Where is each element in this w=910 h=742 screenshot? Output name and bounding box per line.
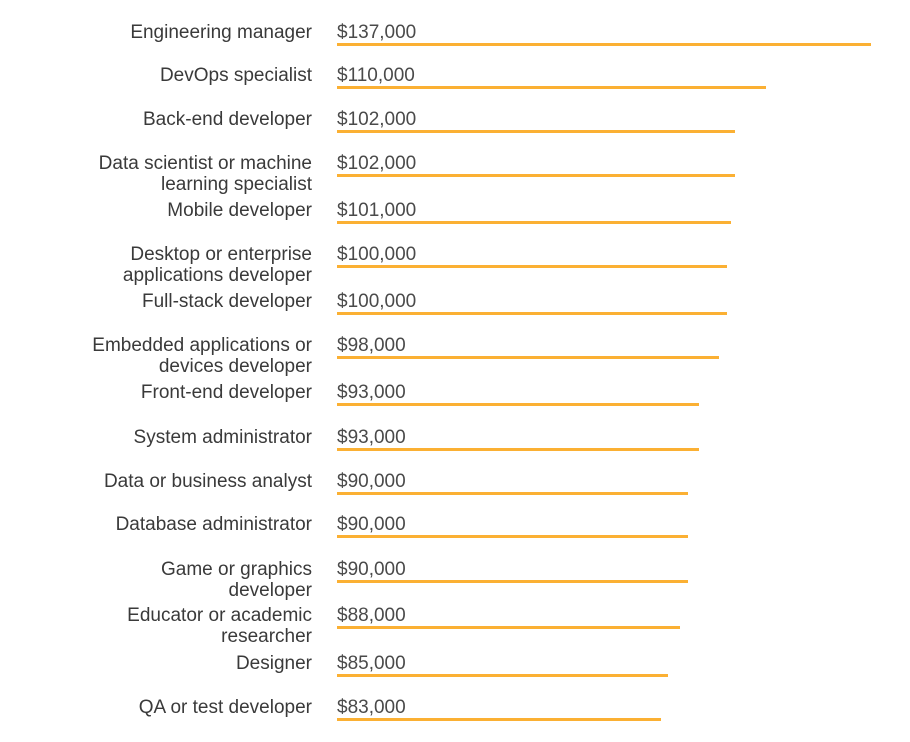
bar <box>337 492 688 495</box>
value-label: $100,000 <box>337 244 417 265</box>
value-label: $110,000 <box>337 65 415 86</box>
category-label: Database administrator <box>115 514 312 535</box>
bar <box>337 312 727 315</box>
value-label: $83,000 <box>337 697 406 718</box>
bar <box>337 174 735 177</box>
category-label: Full-stack developer <box>141 291 312 312</box>
category-label: Engineering manager <box>130 22 312 43</box>
category-label: Back-end developer <box>143 109 312 130</box>
category-label: Designer <box>235 653 312 674</box>
bar <box>337 535 688 538</box>
bar <box>337 448 699 451</box>
value-label: $90,000 <box>337 559 406 580</box>
value-label: $93,000 <box>337 427 406 448</box>
value-label: $85,000 <box>337 653 406 674</box>
bar <box>337 403 699 406</box>
bar <box>337 626 680 629</box>
category-label: Educator or academic researcher <box>127 605 312 647</box>
value-label: $90,000 <box>337 514 406 535</box>
bar <box>337 674 668 677</box>
category-label: Embedded applications or devices develop… <box>92 335 312 377</box>
category-label: DevOps specialist <box>159 65 312 86</box>
category-label: Data scientist or machine learning speci… <box>98 153 312 195</box>
value-label: $102,000 <box>337 109 417 130</box>
category-label: QA or test developer <box>138 697 312 718</box>
value-label: $137,000 <box>337 22 417 43</box>
value-label: $101,000 <box>337 200 417 221</box>
bar <box>337 86 766 89</box>
category-label: Desktop or enterprise applications devel… <box>122 244 312 286</box>
bar <box>337 43 871 46</box>
category-label: System administrator <box>133 427 312 448</box>
category-label: Game or graphics developer <box>160 559 312 601</box>
category-label: Front-end developer <box>140 382 312 403</box>
value-label: $98,000 <box>337 335 406 356</box>
bar <box>337 221 731 224</box>
bar <box>337 265 727 268</box>
value-label: $100,000 <box>337 291 417 312</box>
bar <box>337 356 719 359</box>
bar <box>337 580 688 583</box>
bar <box>337 130 735 133</box>
category-label: Mobile developer <box>167 200 312 221</box>
value-label: $90,000 <box>337 471 406 492</box>
category-label: Data or business analyst <box>103 471 312 492</box>
value-label: $102,000 <box>337 153 417 174</box>
salary-bar-chart: Engineering manager $137,000 DevOps specia… <box>0 0 910 742</box>
value-label: $93,000 <box>337 382 406 403</box>
bar <box>337 718 661 721</box>
value-label: $88,000 <box>337 605 406 626</box>
